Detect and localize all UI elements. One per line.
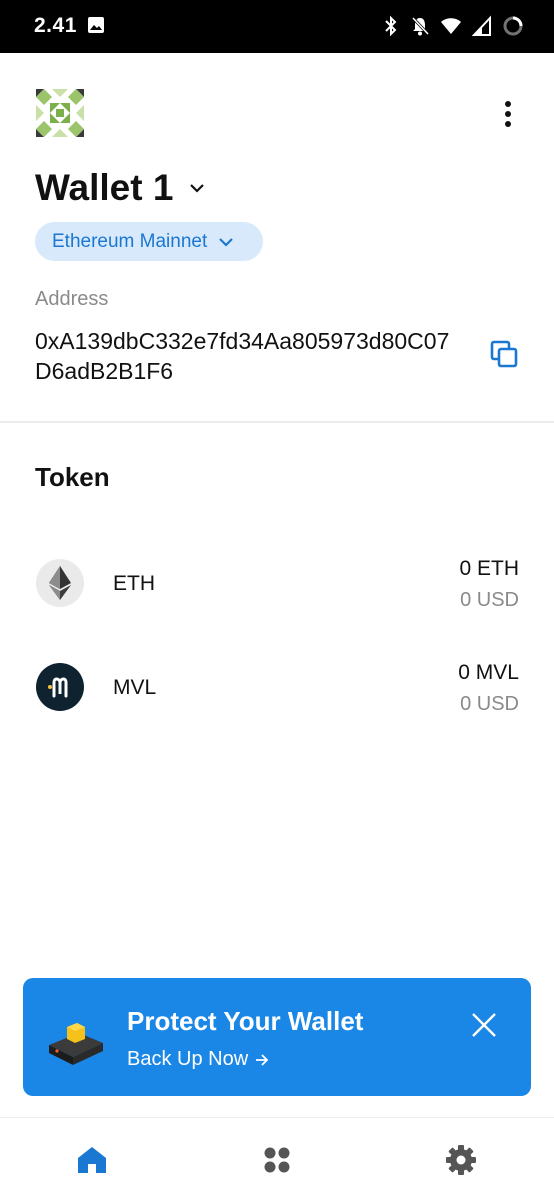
section-divider bbox=[0, 421, 554, 423]
token-amount: 0 ETH bbox=[459, 557, 519, 580]
bluetooth-icon bbox=[385, 15, 397, 37]
chevron-down-icon bbox=[219, 237, 234, 247]
network-name: Ethereum Mainnet bbox=[52, 230, 208, 252]
copy-address-button[interactable] bbox=[486, 336, 522, 372]
wallet-address: 0xA139dbC332e7fd34Aa805973d80C07D6adB2B1… bbox=[35, 328, 450, 384]
chevron-down-icon bbox=[190, 184, 205, 193]
wallet-name: Wallet 1 bbox=[35, 167, 174, 208]
close-icon[interactable] bbox=[470, 1011, 498, 1039]
token-symbol: MVL bbox=[113, 676, 157, 699]
bottom-navigation bbox=[0, 1118, 554, 1200]
settings-icon bbox=[446, 1145, 476, 1175]
backup-now-link[interactable]: Back Up Now bbox=[127, 1048, 270, 1071]
ethereum-icon bbox=[36, 559, 84, 607]
token-symbol: ETH bbox=[113, 572, 155, 595]
more-options-button[interactable] bbox=[490, 96, 526, 132]
mvl-icon bbox=[36, 663, 84, 711]
token-section-title: Token bbox=[35, 462, 110, 492]
nav-apps[interactable] bbox=[259, 1142, 295, 1178]
status-time: 2.41 bbox=[34, 14, 77, 37]
more-dot bbox=[505, 121, 511, 127]
banner-title: Protect Your Wallet bbox=[127, 1006, 364, 1036]
mute-bell-icon bbox=[411, 16, 430, 36]
token-fiat-value: 0 USD bbox=[460, 589, 519, 611]
battery-ring-icon bbox=[503, 16, 523, 36]
hardware-wallet-icon bbox=[49, 1023, 103, 1065]
nav-home[interactable] bbox=[74, 1142, 110, 1178]
home-icon bbox=[78, 1147, 106, 1173]
status-icons bbox=[382, 14, 524, 38]
nav-settings[interactable] bbox=[443, 1142, 479, 1178]
token-amount: 0 MVL bbox=[458, 661, 519, 684]
backup-banner[interactable]: Protect Your Wallet Back Up Now bbox=[23, 978, 531, 1096]
token-row-mvl[interactable]: MVL 0 MVL 0 USD bbox=[0, 647, 554, 727]
wallet-identicon[interactable] bbox=[36, 89, 84, 137]
signal-icon bbox=[472, 15, 491, 36]
copy-icon bbox=[490, 340, 518, 368]
network-selector[interactable]: Ethereum Mainnet bbox=[35, 222, 263, 261]
address-label: Address bbox=[35, 288, 109, 310]
token-fiat-value: 0 USD bbox=[460, 693, 519, 715]
status-bar: 2.41 bbox=[0, 0, 554, 53]
backup-now-label: Back Up Now bbox=[127, 1048, 249, 1070]
gallery-notification-icon bbox=[88, 17, 104, 33]
arrow-right-icon bbox=[256, 1053, 269, 1066]
more-dot bbox=[505, 111, 511, 117]
wifi-icon bbox=[441, 18, 461, 34]
apps-icon bbox=[264, 1147, 290, 1173]
wallet-selector[interactable]: Wallet 1 bbox=[35, 167, 207, 209]
token-row-eth[interactable]: ETH 0 ETH 0 USD bbox=[0, 543, 554, 623]
more-dot bbox=[505, 101, 511, 107]
